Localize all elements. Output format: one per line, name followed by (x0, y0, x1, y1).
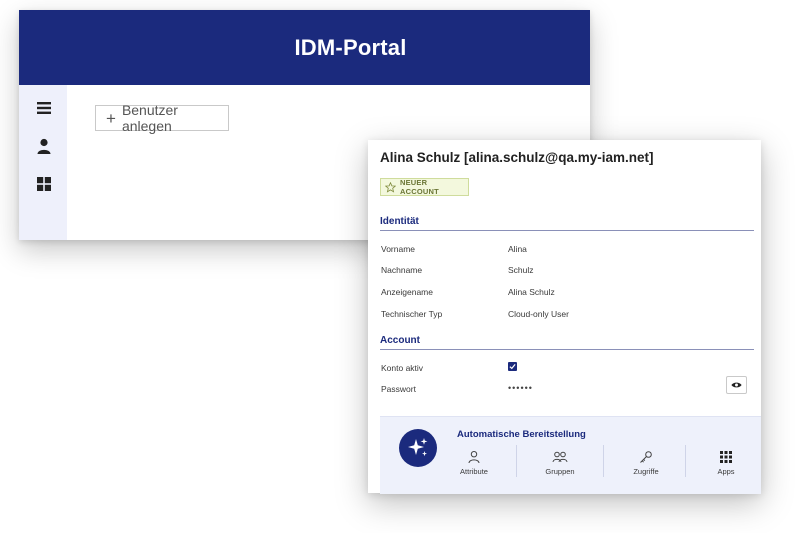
provisioning-panel: Automatische Bereitstellung Attribute Gr… (380, 416, 761, 494)
add-user-button[interactable]: + Benutzer anlegen (95, 102, 229, 134)
account-divider (380, 349, 754, 350)
checkmark-icon (509, 364, 516, 370)
first-name-label: Vorname (381, 244, 416, 254)
identity-section-title: Identität (380, 216, 419, 227)
key-icon (640, 451, 652, 463)
app-header: IDM-Portal (19, 10, 590, 85)
password-label: Passwort (381, 384, 416, 394)
new-account-badge: NEUER ACCOUNT (380, 178, 469, 196)
technical-type-value: Cloud-only User (508, 309, 569, 319)
attributes-label: Attribute (460, 467, 488, 476)
separator (603, 445, 604, 477)
sparkle-icon (399, 429, 437, 467)
badge-label: NEUER ACCOUNT (399, 178, 439, 196)
groups-label: Gruppen (545, 467, 575, 476)
separator (685, 445, 686, 477)
provisioning-groups[interactable]: Gruppen (530, 448, 590, 482)
account-section-title: Account (380, 335, 420, 346)
show-password-button[interactable] (726, 376, 747, 394)
grid-icon[interactable] (35, 175, 53, 193)
provisioning-title: Automatische Bereitstellung (457, 429, 586, 440)
provisioning-access[interactable]: Zugriffe (616, 448, 676, 482)
access-label: Zugriffe (633, 467, 659, 476)
provisioning-apps[interactable]: Apps (696, 448, 756, 482)
last-name-value: Schulz (508, 265, 534, 275)
display-name-value: Alina Schulz (508, 287, 555, 297)
technical-type-label: Technischer Typ (381, 309, 443, 319)
apps-label: Apps (717, 467, 735, 476)
display-name-label: Anzeigename (381, 287, 433, 297)
provisioning-attributes[interactable]: Attribute (444, 448, 504, 482)
user-detail-card: Alina Schulz [alina.schulz@qa.my-iam.net… (368, 140, 761, 494)
user-title: Alina Schulz [alina.schulz@qa.my-iam.net… (380, 150, 654, 165)
person-outline-icon (468, 450, 480, 464)
last-name-label: Nachname (381, 265, 423, 275)
separator (516, 445, 517, 477)
group-icon (552, 451, 568, 463)
account-active-checkbox[interactable] (508, 362, 517, 371)
eye-icon (731, 382, 742, 388)
first-name-value: Alina (508, 244, 527, 254)
identity-divider (380, 230, 754, 231)
star-icon (385, 181, 396, 193)
app-title: IDM-Portal (294, 34, 407, 60)
account-active-label: Konto aktiv (381, 363, 424, 373)
apps-grid-icon (720, 451, 732, 463)
sidebar (19, 85, 67, 240)
password-value: •••••• (508, 383, 533, 393)
menu-icon[interactable] (35, 99, 53, 117)
user-icon[interactable] (35, 137, 53, 155)
add-user-label: Benutzer anlegen (121, 102, 178, 134)
plus-icon: + (106, 108, 116, 128)
